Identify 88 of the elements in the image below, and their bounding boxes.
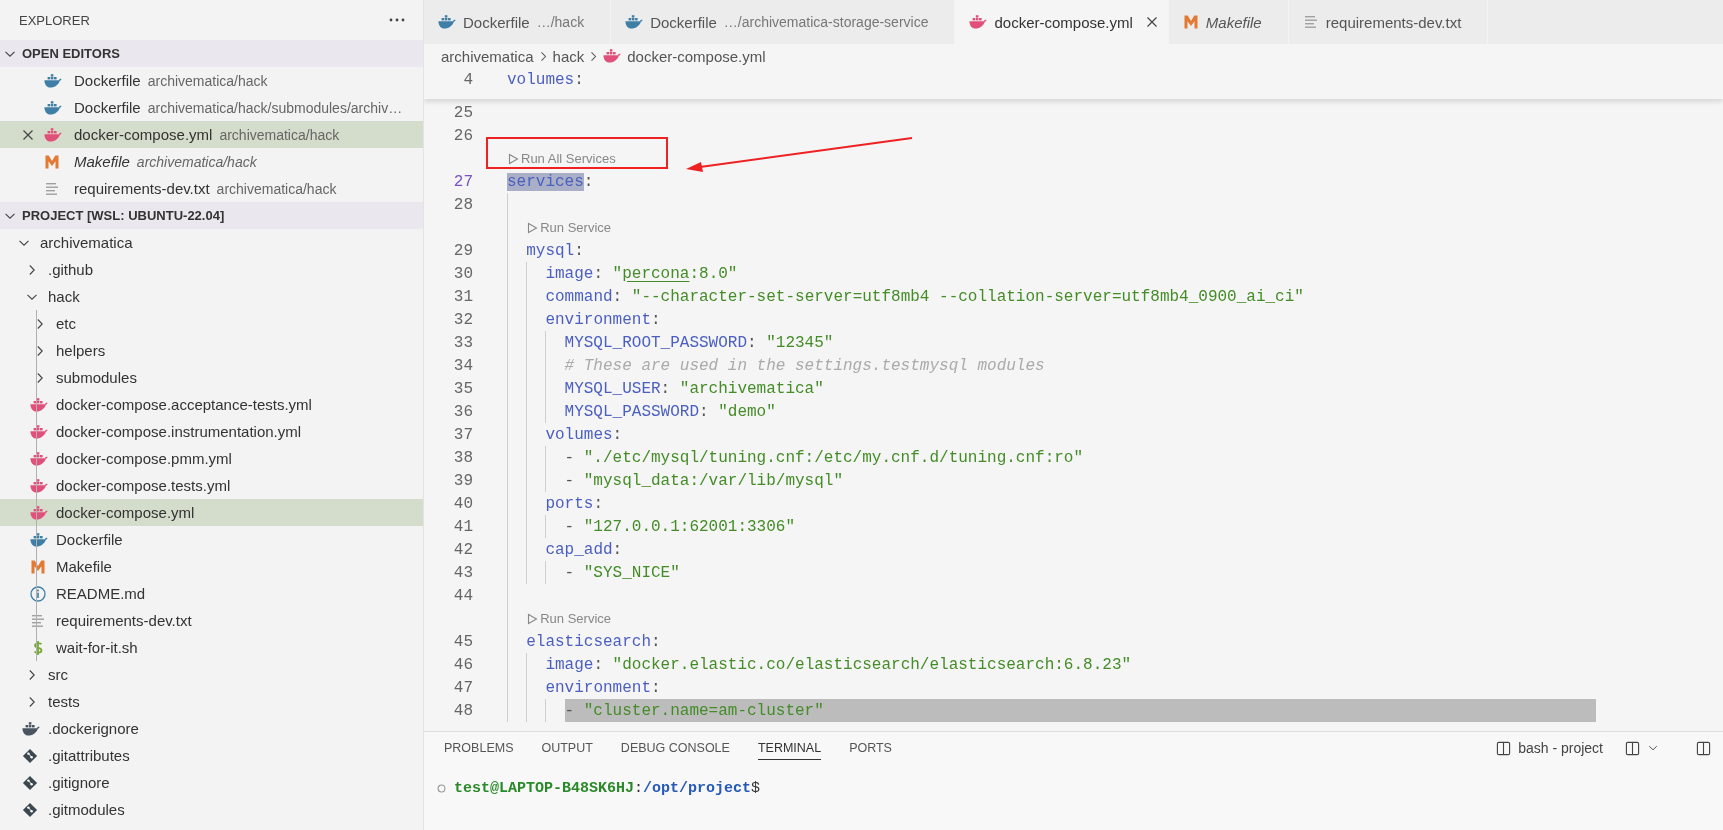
- line-number: 42: [452, 540, 473, 559]
- file-item[interactable]: .gitmodules: [0, 796, 423, 823]
- panel-tab[interactable]: DEBUG CONSOLE: [620, 736, 730, 760]
- file-item[interactable]: docker-compose.acceptance-tests.yml: [0, 391, 423, 418]
- file-item[interactable]: README.md: [0, 580, 423, 607]
- editor-tab[interactable]: docker-compose.yml: [955, 0, 1169, 44]
- line-number: 28: [452, 195, 473, 214]
- file-item[interactable]: docker-compose.tests.yml: [0, 472, 423, 499]
- line-number: 34: [452, 356, 473, 375]
- open-editor-item[interactable]: Dockerfile archivematica/hack: [0, 67, 423, 94]
- code-line: volumes:: [545, 424, 624, 446]
- panel-tab[interactable]: PORTS: [849, 736, 892, 760]
- file-item[interactable]: Dockerfile: [0, 526, 423, 553]
- code-line: image: "docker.elastic.co/elasticsearch/elasticsearch:6.8.23": [545, 654, 1133, 676]
- code-line: MYSQL_ROOT_PASSWORD: "12345": [564, 332, 835, 354]
- section-header[interactable]: OPEN EDITORS: [0, 40, 423, 67]
- file-item[interactable]: wait-for-it.sh: [0, 634, 423, 661]
- code-line: elasticsearch:: [526, 631, 662, 653]
- folder-item[interactable]: .github: [0, 256, 423, 283]
- file-item[interactable]: .gitattributes: [0, 742, 423, 769]
- line-number: 44: [452, 586, 473, 605]
- folder-item[interactable]: tests: [0, 688, 423, 715]
- line-number: 48: [452, 701, 473, 720]
- panel-tab[interactable]: PROBLEMS: [444, 736, 514, 760]
- section-header[interactable]: PROJECT [WSL: UBUNTU-22.04]: [0, 202, 423, 229]
- code-line: - "SYS_NICE": [564, 562, 681, 584]
- terminal-line: test@LAPTOP-B48SK6HJ:/opt/project$: [454, 780, 761, 797]
- line-number: 25: [452, 103, 473, 122]
- folder-item[interactable]: helpers: [0, 337, 423, 364]
- editor-tab[interactable]: Makefile: [1168, 0, 1289, 44]
- line-number: 39: [452, 471, 473, 490]
- line-number: 32: [452, 310, 473, 329]
- file-item[interactable]: docker-compose.yml: [0, 499, 423, 526]
- line-number: 4: [462, 70, 473, 89]
- line-number: 35: [452, 379, 473, 398]
- code-line: # These are used in the settings.testmysql modules: [564, 355, 1046, 377]
- code-line: ports:: [545, 493, 604, 515]
- line-number: 27: [452, 172, 473, 191]
- breadcrumb-item[interactable]: docker-compose.yml: [603, 47, 766, 65]
- file-item[interactable]: docker-compose.pmm.yml: [0, 445, 423, 472]
- line-number: 37: [452, 425, 473, 444]
- code-line: MYSQL_PASSWORD: "demo": [564, 401, 777, 423]
- terminal-selector[interactable]: bash - project: [1496, 740, 1603, 756]
- sidebar-title: EXPLORER: [19, 12, 90, 28]
- code-line: image: "percona:8.0": [545, 263, 739, 285]
- file-item[interactable]: docker-compose.instrumentation.yml: [0, 418, 423, 445]
- code-line: environment:: [545, 309, 662, 331]
- file-item[interactable]: .gitignore: [0, 769, 423, 796]
- code-line: - "127.0.0.1:62001:3306": [564, 516, 796, 538]
- line-number: 31: [452, 287, 473, 306]
- line-number: 40: [452, 494, 473, 513]
- line-number: 41: [452, 517, 473, 536]
- code-line: command: "--character-set-server=utf8mb4 --collation-server=utf8mb4_0900_ai_ci": [545, 286, 1305, 308]
- folder-item[interactable]: etc: [0, 310, 423, 337]
- line-number: 43: [452, 563, 473, 582]
- code-line: cap_add:: [545, 539, 624, 561]
- folder-item[interactable]: hack: [0, 283, 423, 310]
- code-line: MYSQL_USER: "archivematica": [564, 378, 825, 400]
- line-number: 33: [452, 333, 473, 352]
- panel-tab[interactable]: OUTPUT: [541, 736, 593, 760]
- line-number: 46: [452, 655, 473, 674]
- line-number: 30: [452, 264, 473, 283]
- code-line: mysql:: [526, 240, 585, 262]
- line-number: 26: [452, 126, 473, 145]
- folder-item[interactable]: submodules: [0, 364, 423, 391]
- open-editor-item[interactable]: Makefile archivematica/hack: [0, 148, 423, 175]
- file-item[interactable]: .dockerignore: [0, 715, 423, 742]
- open-editor-item[interactable]: Dockerfile archivematica/hack/submodules/archiv…: [0, 94, 423, 121]
- file-item[interactable]: requirements-dev.txt: [0, 607, 423, 634]
- code-line: volumes:: [507, 69, 585, 91]
- open-editor-item[interactable]: docker-compose.yml archivematica/hack: [0, 121, 423, 148]
- line-number: 36: [452, 402, 473, 421]
- line-number: 38: [452, 448, 473, 467]
- line-number: 47: [452, 678, 473, 697]
- editor-tab[interactable]: requirements-dev.txt: [1288, 0, 1489, 44]
- folder-item[interactable]: src: [0, 661, 423, 688]
- line-number: 45: [452, 632, 473, 651]
- breadcrumb-item[interactable]: hack: [552, 47, 585, 65]
- code-line: - "./etc/mysql/tuning.cnf:/etc/my.cnf.d/tuning.cnf:ro": [564, 447, 1085, 469]
- breadcrumb-item[interactable]: archivematica: [441, 47, 534, 65]
- open-editor-item[interactable]: requirements-dev.txt archivematica/hack: [0, 175, 423, 202]
- code-line: environment:: [545, 677, 662, 699]
- line-number: 29: [452, 241, 473, 260]
- panel-tab[interactable]: TERMINAL: [757, 736, 822, 760]
- file-item[interactable]: Makefile: [0, 553, 423, 580]
- code-line: - "mysql_data:/var/lib/mysql": [564, 470, 844, 492]
- folder-item[interactable]: archivematica: [0, 229, 423, 256]
- editor-tab[interactable]: Dockerfile …/hack: [424, 0, 612, 44]
